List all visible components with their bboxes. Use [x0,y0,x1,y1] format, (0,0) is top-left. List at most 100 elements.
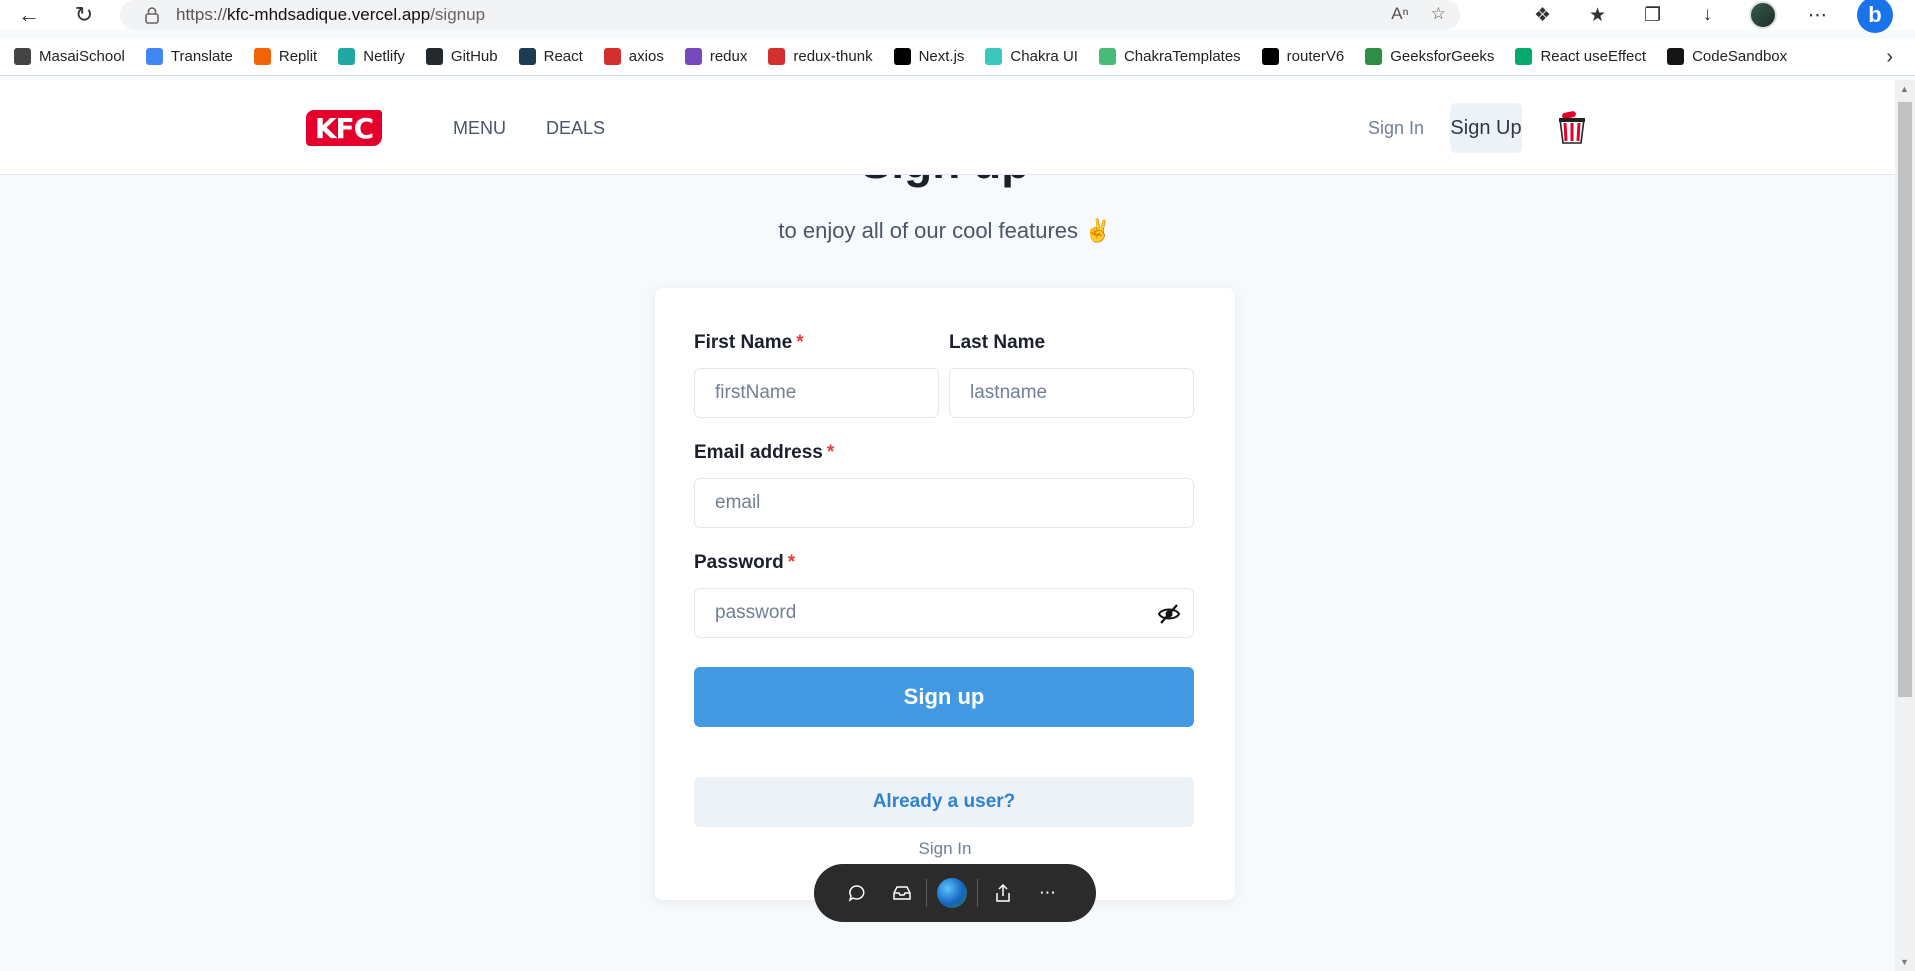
url-prefix: https:// [176,5,228,24]
share-icon[interactable] [980,873,1025,913]
inbox-icon[interactable] [879,873,924,913]
scroll-down-icon[interactable]: ▼ [1900,957,1909,967]
bookmark-item[interactable]: redux-thunk [768,48,873,65]
reload-icon[interactable]: ↻ [69,1,99,29]
replit-icon [253,48,271,65]
sign-in-link[interactable]: Sign In [655,839,1235,859]
header-sign-in-link[interactable]: Sign In [1368,118,1424,139]
address-bar[interactable]: https://kfc-mhdsadique.vercel.app/signup… [120,0,1460,30]
bookmark-label: MasaiSchool [39,48,125,65]
more-icon[interactable]: ⋯ [1025,873,1070,913]
bookmark-item[interactable]: MasaiSchool [14,48,125,65]
separator [926,879,927,907]
bookmark-item[interactable]: routerV6 [1261,48,1345,65]
bookmark-item[interactable]: Replit [253,48,318,65]
bookmark-label: Chakra UI [1010,48,1078,65]
axios-icon [603,48,621,65]
password-field[interactable] [694,588,1194,638]
bookmark-item[interactable]: GitHub [425,48,498,65]
nav-menu[interactable]: MENU [453,118,506,139]
google-translate-icon [145,48,163,65]
bookmark-label: redux [709,48,748,65]
chakra-templates-icon [1098,48,1116,65]
bookmark-item[interactable]: GeeksforGeeks [1365,48,1494,65]
scroll-thumb[interactable] [1898,102,1912,697]
chakra-icon [985,48,1003,65]
password-input[interactable] [715,602,1193,624]
bookmark-label: routerV6 [1286,48,1345,65]
separator [977,879,978,907]
react-icon [518,48,536,65]
bookmark-label: GitHub [450,48,498,65]
collections-icon[interactable]: ❐ [1625,0,1680,30]
bookmark-label: Replit [278,48,318,65]
page-scrollbar[interactable]: ▲ ▼ [1895,80,1915,971]
nextjs-icon [893,48,911,65]
url-host: kfc-mhdsadique.vercel.app [227,5,431,24]
bookmark-label: React [543,48,583,65]
bookmark-item[interactable]: ChakraTemplates [1098,48,1241,65]
bookmark-label: CodeSandbox [1692,48,1788,65]
bookmark-item[interactable]: Chakra UI [985,48,1078,65]
kfc-logo[interactable]: KFC [306,110,382,146]
bookmark-item[interactable]: React useEffect [1515,48,1646,65]
favorites-icon[interactable]: ★ [1570,0,1625,30]
site-header: KFC MENU DEALS Sign In Sign Up [0,80,1895,175]
bookmark-label: ChakraTemplates [1123,48,1241,65]
bookmark-label: GeeksforGeeks [1390,48,1495,65]
header-sign-up-button[interactable]: Sign Up [1450,103,1522,153]
lock-icon [145,7,159,24]
comment-icon[interactable] [834,873,879,913]
email-input[interactable] [715,492,1193,514]
nav-deals[interactable]: DEALS [546,118,605,139]
last-name-label: Last Name [949,332,1046,353]
bookmarks-bar: MasaiSchool Translate Replit Netlify GitHub R… [0,38,1915,76]
bookmark-label: Netlify [363,48,405,65]
netlify-icon [338,48,356,65]
bookmark-item[interactable]: Translate [145,48,233,65]
email-field[interactable] [694,478,1194,528]
url-path: /signup [430,5,486,24]
first-name-label: First Name * [694,332,804,353]
codesandbox-icon [1667,48,1685,65]
bookmark-item[interactable]: Netlify [338,48,405,65]
profile-avatar[interactable] [1735,0,1790,30]
bookmark-label: Translate [170,48,233,65]
last-name-input[interactable] [970,382,1193,404]
back-icon[interactable]: ← [14,1,44,29]
bookmark-item[interactable]: redux [684,48,748,65]
document-icon [14,48,31,65]
signup-submit-button[interactable]: Sign up [694,667,1194,727]
bookmark-item[interactable]: Next.js [893,48,965,65]
more-options-icon[interactable]: ⋯ [1790,0,1845,30]
bookmark-item[interactable]: CodeSandbox [1667,48,1787,65]
bookmark-label: React useEffect [1540,48,1647,65]
first-name-field[interactable] [694,368,939,418]
scroll-up-icon[interactable]: ▲ [1900,84,1909,94]
last-name-field[interactable] [949,368,1194,418]
already-user-button[interactable]: Already a user? [694,777,1194,827]
first-name-input[interactable] [715,382,938,404]
bookmark-label: Next.js [918,48,965,65]
password-label: Password * [694,552,796,573]
read-aloud-icon[interactable]: Aⁿ [1391,4,1409,24]
browser-toolbar: ← ↻ https://kfc-mhdsadique.vercel.app/si… [0,0,1915,33]
gfg-icon [1365,48,1383,65]
page-subtitle: to enjoy all of our cool features ✌️ [778,218,1112,243]
bookmark-item[interactable]: axios [603,48,664,65]
bing-icon[interactable]: b [1857,0,1893,33]
downloads-icon[interactable]: ↓ [1680,0,1735,30]
w3schools-icon [1515,48,1533,65]
dev-icon [1261,48,1279,65]
extensions-icon[interactable]: ❖ [1515,0,1570,30]
cart-bucket-icon[interactable] [1557,108,1587,146]
eye-slash-icon[interactable] [1157,603,1181,625]
add-favorite-icon[interactable]: ☆ [1431,4,1446,24]
globe-icon[interactable] [937,878,967,908]
bookmarks-overflow-icon[interactable]: › [1886,46,1893,69]
github-icon [425,48,443,65]
main-nav: MENU DEALS [453,118,605,139]
bookmark-label: redux-thunk [793,48,873,65]
bookmark-label: axios [628,48,664,65]
bookmark-item[interactable]: React [518,48,583,65]
